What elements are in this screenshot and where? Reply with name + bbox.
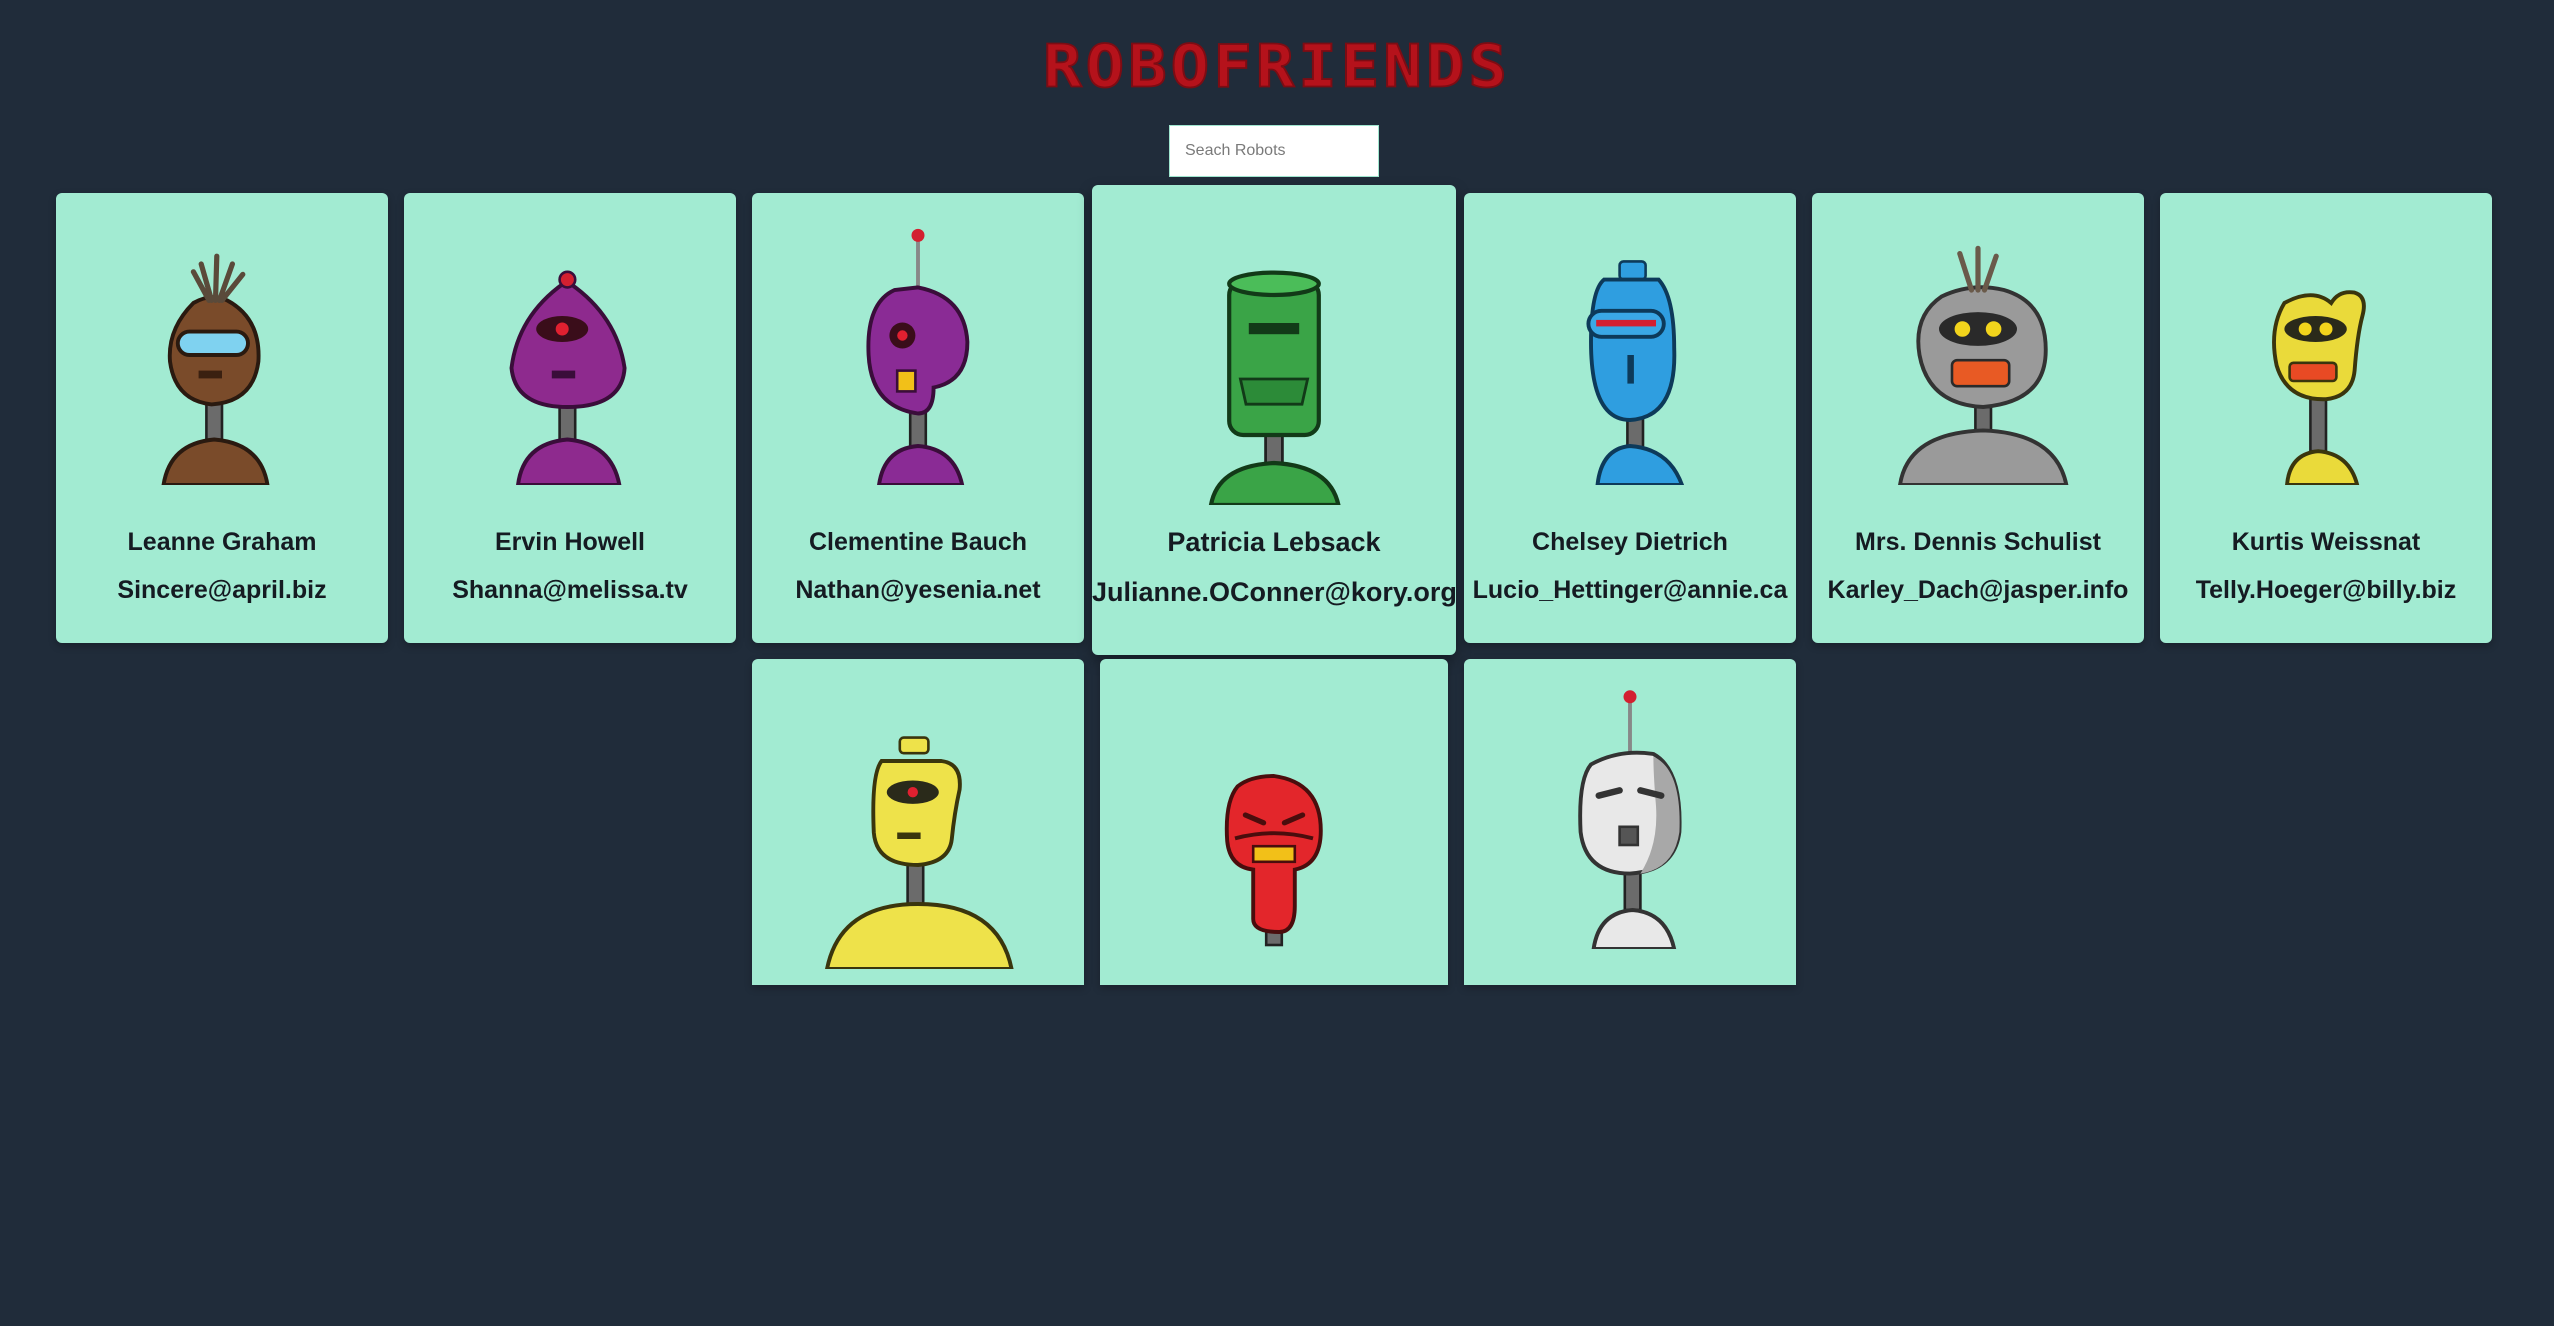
robot-card[interactable]: [1464, 659, 1796, 985]
robot-name: Mrs. Dennis Schulist: [1855, 528, 2101, 556]
robot-gray-icon: [1898, 245, 2069, 485]
robot-card[interactable]: Patricia Lebsack Julianne.OConner@kory.o…: [1092, 185, 1456, 655]
robot-email: Shanna@melissa.tv: [452, 576, 688, 604]
robot-name: Ervin Howell: [494, 528, 646, 556]
robot-email: Karley_Dach@jasper.info: [1827, 576, 2129, 604]
robot-email: Sincere@april.biz: [117, 576, 327, 604]
robot-white-icon: [1578, 690, 1682, 949]
robot-brown-icon: [161, 253, 270, 485]
robot-email: Nathan@yesenia.net: [795, 576, 1041, 604]
robot-name: Leanne Graham: [127, 528, 317, 556]
robot-card[interactable]: Chelsey Dietrich Lucio_Hettinger@annie.c…: [1464, 193, 1796, 643]
robot-blue-icon: [1586, 260, 1685, 485]
robot-card[interactable]: Clementine Bauch Nathan@yesenia.net: [752, 193, 1084, 643]
robot-card[interactable]: Leanne Graham Sincere@april.biz: [56, 193, 388, 643]
header: ROBOFRIENDS: [0, 22, 2554, 112]
robot-yellow-round-icon: [825, 736, 1014, 969]
robot-purple-icon: [509, 270, 627, 485]
robot-card[interactable]: [1100, 659, 1448, 985]
robot-name: Patricia Lebsack: [1167, 527, 1381, 557]
robot-purple-antenna-icon: [866, 228, 970, 485]
robot-card[interactable]: [752, 659, 1084, 985]
robot-name: Chelsey Dietrich: [1532, 528, 1728, 556]
robot-email: Telly.Hoeger@billy.biz: [2195, 576, 2457, 604]
robot-name: Kurtis Weissnat: [2231, 528, 2421, 556]
app-title: ROBOFRIENDS: [1042, 32, 1511, 102]
robot-email: Lucio_Hettinger@annie.ca: [1472, 576, 1788, 604]
robot-email: Julianne.OConner@kory.org: [1092, 577, 1456, 607]
robot-yellow-icon: [2272, 290, 2366, 485]
robot-card[interactable]: Kurtis Weissnat Telly.Hoeger@billy.biz: [2160, 193, 2492, 643]
robot-name: Clementine Bauch: [808, 528, 1028, 556]
search-input[interactable]: [1169, 125, 1379, 177]
robot-card[interactable]: Ervin Howell Shanna@melissa.tv: [404, 193, 736, 643]
robot-green-icon: [1208, 270, 1341, 505]
robot-card[interactable]: Mrs. Dennis Schulist Karley_Dach@jasper.…: [1812, 193, 2144, 643]
robot-red-icon: [1224, 774, 1323, 947]
